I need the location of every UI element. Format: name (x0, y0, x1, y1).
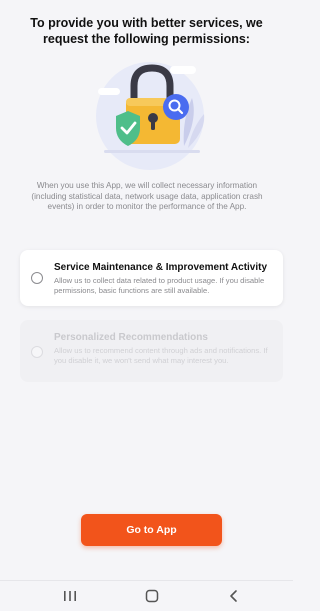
permission-description: Allow us to collect data related to prod… (54, 276, 265, 295)
radio-button[interactable] (31, 346, 43, 358)
permission-title: Service Maintenance & Improvement Activi… (54, 262, 268, 273)
back-icon (230, 590, 237, 602)
home-icon (145, 589, 159, 603)
permission-title: Personalized Recommendations (54, 332, 208, 343)
privacy-illustration (88, 58, 208, 174)
permission-personalized-recommendations[interactable]: Personalized Recommendations Allow us to… (20, 320, 283, 382)
radio-button[interactable] (31, 272, 43, 284)
data-collection-notice: When you use this App, we will collect n… (31, 181, 263, 212)
permissions-screen: To provide you with better services, we … (0, 0, 293, 611)
padlock-shield-icon (96, 62, 205, 170)
go-to-app-button[interactable]: Go to App (81, 514, 222, 546)
back-button[interactable] (214, 581, 254, 611)
page-title: To provide you with better services, we … (30, 16, 263, 46)
recents-button[interactable] (50, 581, 90, 611)
permission-description: Allow us to recommend content through ad… (54, 346, 268, 365)
permission-service-maintenance[interactable]: Service Maintenance & Improvement Activi… (20, 250, 283, 306)
system-nav-bar (0, 580, 293, 611)
home-button[interactable] (132, 581, 172, 611)
recents-icon (64, 591, 76, 601)
